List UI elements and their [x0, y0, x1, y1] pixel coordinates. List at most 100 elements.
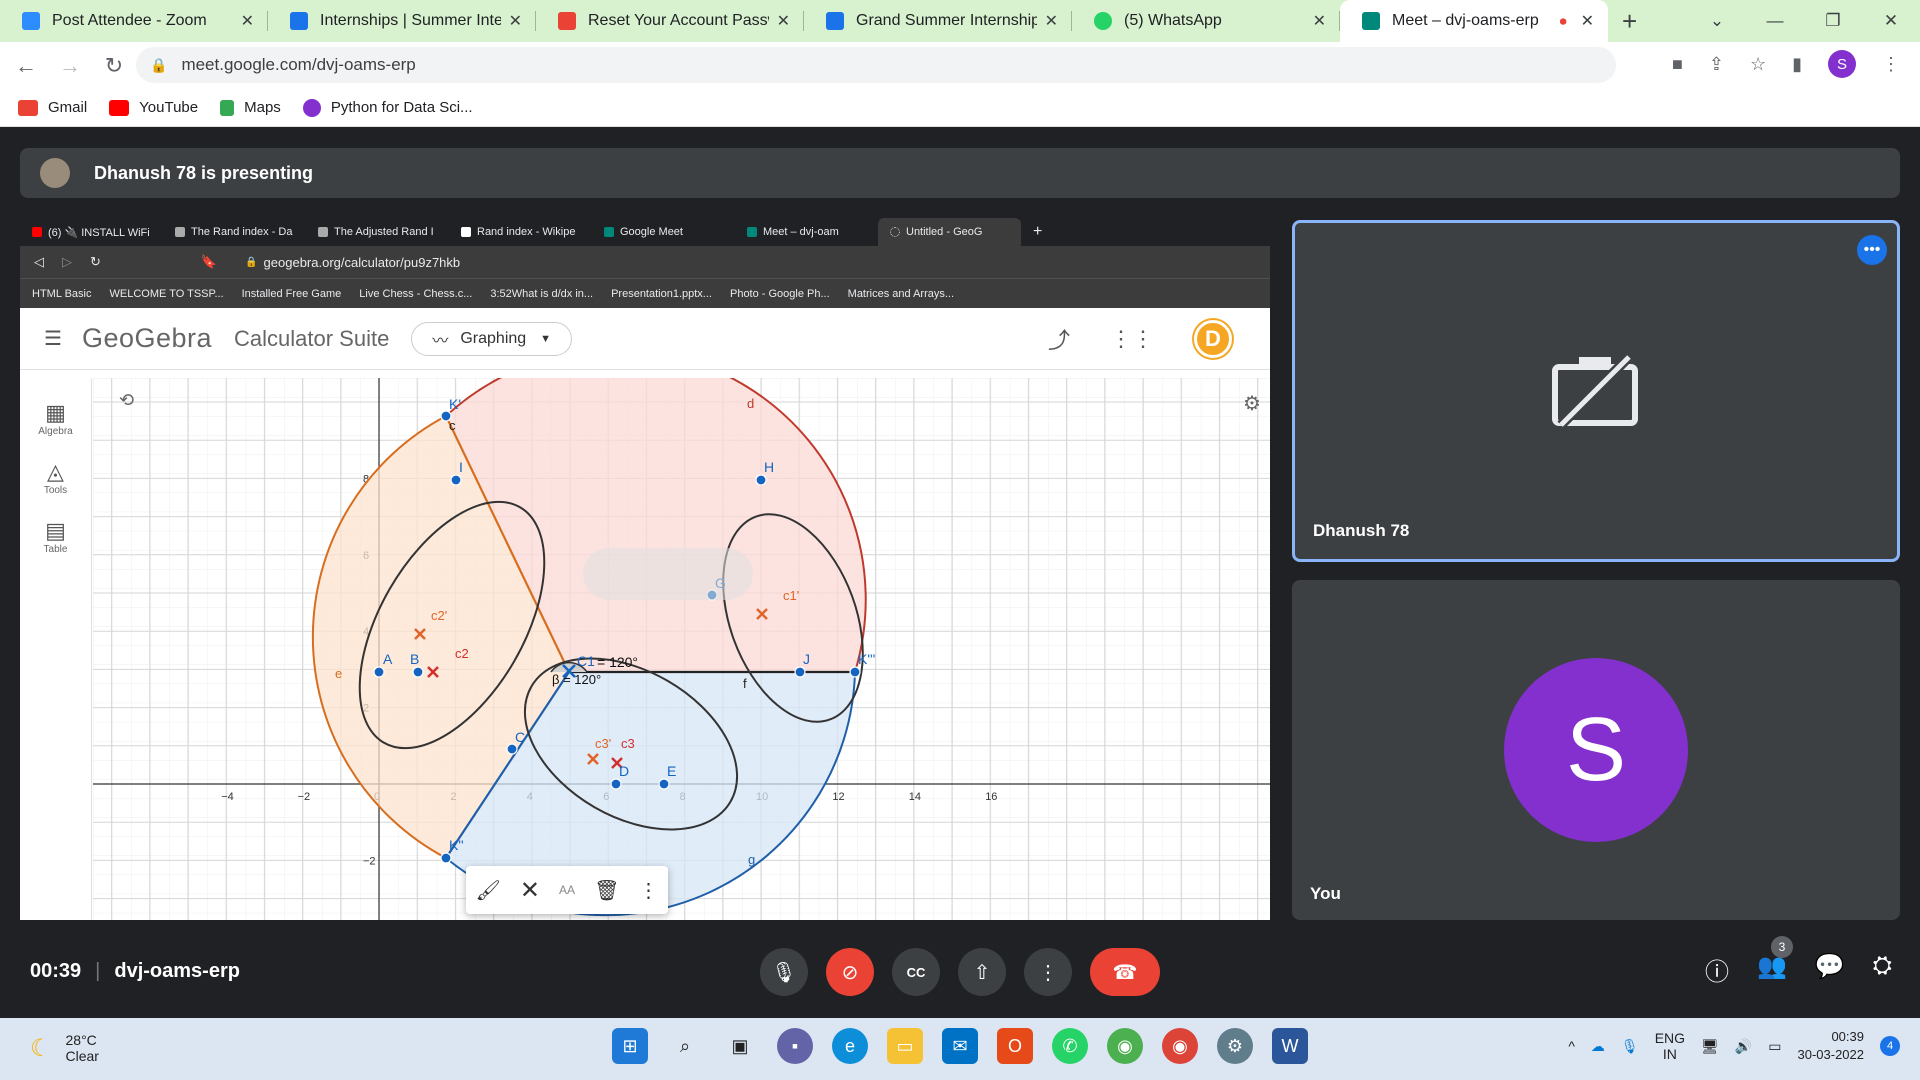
close-icon[interactable]: ✕ — [1581, 11, 1594, 31]
page-icon — [318, 227, 328, 237]
clock[interactable]: 00:39 30-03-2022 — [1798, 1028, 1865, 1064]
browser-tab[interactable]: Internships | Summer Intern ✕ — [268, 0, 536, 42]
meet-control-bar: 00:39 | dvj-oams-erp 🎙 ⊘ CC ⇧ ⋮ ☎ ⓘ 👥 3 💬 ⛭ — [0, 930, 1920, 1010]
maximize-button[interactable]: ❐ — [1804, 11, 1862, 31]
browser-tab[interactable]: Grand Summer Internship F ✕ — [804, 0, 1072, 42]
browser-tab-active[interactable]: Meet – dvj-oams-erp ⏺ ✕ — [1340, 0, 1608, 42]
language-indicator[interactable]: ENG IN — [1655, 1030, 1685, 1062]
shared-tab: Meet – dvj-oam — [735, 218, 878, 246]
bookmark-star-icon[interactable]: ☆ — [1750, 54, 1766, 75]
chevron-up-icon[interactable]: ^ — [1568, 1038, 1575, 1054]
internshala-icon — [826, 12, 844, 30]
close-icon[interactable]: ✕ — [509, 11, 522, 31]
settings-gear-icon[interactable]: ⚙ — [1217, 1028, 1253, 1064]
point-label: E — [667, 763, 676, 779]
mail-icon[interactable]: ✉ — [942, 1028, 978, 1064]
shared-tabbar: (6) 🔌 INSTALL WiFi The Rand index - Da T… — [20, 218, 1270, 246]
chrome-profile-icon[interactable]: ◉ — [1162, 1028, 1198, 1064]
participant-tile-presenter[interactable]: ••• Dhanush 78 — [1292, 220, 1900, 562]
new-tab-icon: + — [1033, 223, 1043, 240]
apps-grid-icon: ⋮⋮ — [1110, 326, 1154, 351]
marker-label: c3' — [595, 736, 611, 751]
browser-tab[interactable]: Reset Your Account Passwo ✕ — [536, 0, 804, 42]
point-label: C — [515, 729, 525, 745]
reload-icon[interactable]: ↻ — [96, 53, 132, 79]
microphone-icon[interactable]: 🎙 — [1621, 1038, 1639, 1055]
meet-icon — [747, 227, 757, 237]
search-icon[interactable]: ⌕ — [667, 1028, 703, 1064]
camera-off-button[interactable]: ⊘ — [826, 948, 874, 996]
word-icon[interactable]: W — [1272, 1028, 1308, 1064]
office-icon[interactable]: O — [997, 1028, 1033, 1064]
windows-start-icon[interactable]: ⊞ — [612, 1028, 648, 1064]
close-window-button[interactable]: ✕ — [1862, 11, 1920, 31]
participant-count-badge: 3 — [1771, 936, 1794, 958]
point-label: K''' — [858, 651, 875, 667]
info-icon[interactable]: ⓘ — [1705, 952, 1729, 987]
calculator-icon: ▦ — [45, 400, 66, 425]
presenter-avatar — [40, 158, 70, 188]
participant-name: Dhanush 78 — [1313, 521, 1410, 540]
notification-badge[interactable]: 4 — [1880, 1036, 1900, 1056]
task-view-icon[interactable]: ▣ — [722, 1028, 758, 1064]
microphone-button[interactable]: 🎙 — [760, 948, 808, 996]
camera-icon[interactable]: ■ — [1672, 54, 1683, 75]
close-icon[interactable]: ✕ — [777, 11, 790, 31]
forward-icon: ▷ — [62, 254, 72, 269]
more-options-button[interactable]: ⋮ — [1024, 948, 1072, 996]
browser-tab[interactable]: (5) WhatsApp ✕ — [1072, 0, 1340, 42]
browser-tab[interactable]: Post Attendee - Zoom ✕ — [0, 0, 268, 42]
camera-off-icon — [1552, 353, 1638, 429]
bookmark-gmail[interactable]: Gmail — [18, 99, 87, 116]
shared-tab-title: Meet – dvj-oam — [763, 226, 839, 238]
shared-tab-title: The Rand index - Da — [191, 226, 293, 238]
onedrive-icon[interactable]: ☁ — [1591, 1038, 1605, 1055]
end-call-button[interactable]: ☎ — [1090, 948, 1160, 996]
chat-teams-icon[interactable]: ▪ — [777, 1028, 813, 1064]
close-icon[interactable]: ✕ — [1313, 11, 1326, 31]
present-button[interactable]: ⇧ — [958, 948, 1006, 996]
bookmark-maps[interactable]: Maps — [220, 99, 281, 116]
side-panel-icon[interactable]: ▮ — [1792, 54, 1802, 75]
language-code: ENG — [1654, 1030, 1686, 1046]
tool-label: Tools — [43, 485, 68, 496]
close-icon[interactable]: ✕ — [241, 11, 254, 31]
bookmark-python[interactable]: Python for Data Sci... — [302, 98, 473, 117]
whatsapp-icon[interactable]: ✆ — [1052, 1028, 1088, 1064]
network-icon[interactable]: 🖥 — [1701, 1038, 1719, 1055]
curve-label: e — [335, 666, 342, 681]
curve-label: g — [748, 852, 755, 867]
meeting-code: dvj-oams-erp — [114, 960, 240, 982]
shared-tab: The Rand index - Da — [163, 218, 306, 246]
weather-widget[interactable]: ☾ 28°C Clear — [30, 1032, 99, 1064]
url-input[interactable]: 🔒 meet.google.com/dvj-oams-erp — [136, 47, 1616, 83]
shared-tab: (6) 🔌 INSTALL WiFi — [20, 218, 163, 246]
edge-icon[interactable]: e — [832, 1028, 868, 1064]
battery-icon[interactable]: ▭ — [1768, 1038, 1781, 1055]
curve-label: f — [743, 676, 747, 691]
bookmark-youtube[interactable]: YouTube — [109, 99, 198, 116]
point-label: H — [764, 459, 774, 475]
captions-button[interactable]: CC — [892, 948, 940, 996]
file-explorer-icon[interactable]: ▭ — [887, 1028, 923, 1064]
volume-icon[interactable]: 🔊 — [1735, 1038, 1752, 1055]
share-icon[interactable]: ⇪ — [1709, 54, 1724, 75]
geogebra-canvas: −4−202468101214168642−2 — [93, 378, 1270, 920]
back-icon[interactable]: ← — [8, 53, 44, 79]
shared-url: geogebra.org/calculator/pu9z7hkb — [263, 254, 461, 270]
close-icon[interactable]: ✕ — [1045, 11, 1058, 31]
chrome-icon[interactable]: ◉ — [1107, 1028, 1143, 1064]
activities-icon[interactable]: ⛭ — [1873, 952, 1892, 987]
angle-label: = 120° — [597, 654, 638, 670]
participant-tile-self[interactable]: S You — [1292, 580, 1900, 920]
more-options-button[interactable]: ••• — [1857, 235, 1887, 265]
forward-icon[interactable]: → — [52, 53, 88, 79]
tab-search-icon[interactable]: ⌄ — [1688, 11, 1746, 31]
menu-icon[interactable]: ⋮ — [1882, 54, 1900, 75]
profile-avatar[interactable]: S — [1828, 50, 1856, 78]
people-icon[interactable]: 👥 3 — [1757, 936, 1794, 987]
new-tab-button[interactable]: + — [1622, 6, 1637, 37]
minimize-button[interactable]: — — [1746, 11, 1804, 31]
chat-icon[interactable]: 💬 — [1815, 952, 1845, 987]
point-label: C1 — [577, 653, 595, 669]
